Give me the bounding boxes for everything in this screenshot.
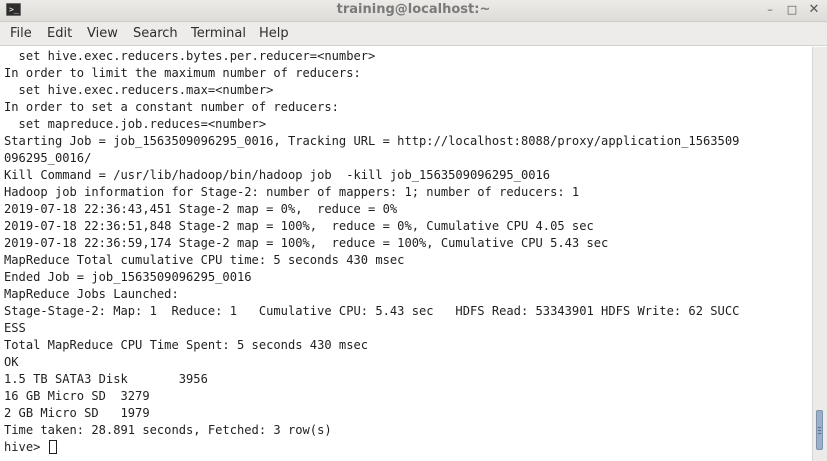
terminal-line: Total MapReduce CPU Time Spent: 5 second… bbox=[4, 338, 369, 352]
menu-bar: File Edit View Search Terminal Help bbox=[0, 22, 827, 46]
menu-help[interactable]: Help bbox=[259, 22, 289, 45]
prompt-line[interactable]: hive> bbox=[4, 439, 739, 456]
window-title: training@localhost:~ bbox=[336, 2, 491, 17]
terminal-line: MapReduce Jobs Launched: bbox=[4, 287, 179, 301]
terminal-line: 1.5 TB SATA3 Disk 3956 bbox=[4, 372, 208, 386]
grip-line bbox=[818, 430, 821, 431]
menu-edit[interactable]: Edit bbox=[47, 22, 72, 45]
hive-prompt: hive> bbox=[4, 440, 48, 454]
terminal-line: Time taken: 28.891 seconds, Fetched: 3 r… bbox=[4, 423, 332, 437]
terminal-line: set hive.exec.reducers.bytes.per.reducer… bbox=[4, 49, 376, 63]
terminal-line: Starting Job = job_1563509096295_0016, T… bbox=[4, 134, 740, 148]
text-cursor bbox=[48, 440, 57, 454]
terminal-line: Stage-Stage-2: Map: 1 Reduce: 1 Cumulati… bbox=[4, 304, 740, 318]
terminal-line: 2019-07-18 22:36:43,451 Stage-2 map = 0%… bbox=[4, 202, 398, 216]
terminal-line: MapReduce Total cumulative CPU time: 5 s… bbox=[4, 253, 405, 267]
terminal-line: 2019-07-18 22:36:59,174 Stage-2 map = 10… bbox=[4, 236, 609, 250]
terminal-line: In order to limit the maximum number of … bbox=[4, 66, 361, 80]
terminal-line: set hive.exec.reducers.max=<number> bbox=[4, 83, 274, 97]
terminal-line: 16 GB Micro SD 3279 bbox=[4, 389, 150, 403]
terminal-output[interactable]: set hive.exec.reducers.bytes.per.reducer… bbox=[0, 47, 812, 461]
menu-view[interactable]: View bbox=[87, 22, 118, 45]
maximize-button[interactable]: □ bbox=[782, 1, 802, 19]
terminal-line: 2 GB Micro SD 1979 bbox=[4, 406, 150, 420]
menu-terminal[interactable]: Terminal bbox=[191, 22, 246, 45]
terminal-line: 2019-07-18 22:36:51,848 Stage-2 map = 10… bbox=[4, 219, 594, 233]
grip-line bbox=[818, 433, 821, 434]
terminal-window: >_ training@localhost:~ – □ ✕ File Edit … bbox=[0, 0, 827, 461]
terminal-line: OK bbox=[4, 355, 19, 369]
terminal-line: ESS bbox=[4, 321, 26, 335]
terminal-line: Kill Command = /usr/lib/hadoop/bin/hadoo… bbox=[4, 168, 551, 182]
scrollbar-thumb[interactable] bbox=[816, 410, 823, 450]
terminal-line: Hadoop job information for Stage-2: numb… bbox=[4, 185, 580, 199]
minimize-button[interactable]: – bbox=[760, 1, 780, 19]
close-button[interactable]: ✕ bbox=[804, 1, 824, 19]
terminal-lines: set hive.exec.reducers.bytes.per.reducer… bbox=[4, 48, 739, 456]
menu-search[interactable]: Search bbox=[133, 22, 178, 45]
terminal-line: set mapreduce.job.reduces=<number> bbox=[4, 117, 267, 131]
menu-file[interactable]: File bbox=[10, 22, 32, 45]
title-bar[interactable]: >_ training@localhost:~ – □ ✕ bbox=[0, 0, 827, 22]
terminal-line: 096295_0016/ bbox=[4, 151, 92, 165]
terminal-line: In order to set a constant number of red… bbox=[4, 100, 339, 114]
vertical-scrollbar[interactable] bbox=[812, 47, 827, 461]
grip-line bbox=[818, 427, 821, 428]
terminal-line: Ended Job = job_1563509096295_0016 bbox=[4, 270, 252, 284]
